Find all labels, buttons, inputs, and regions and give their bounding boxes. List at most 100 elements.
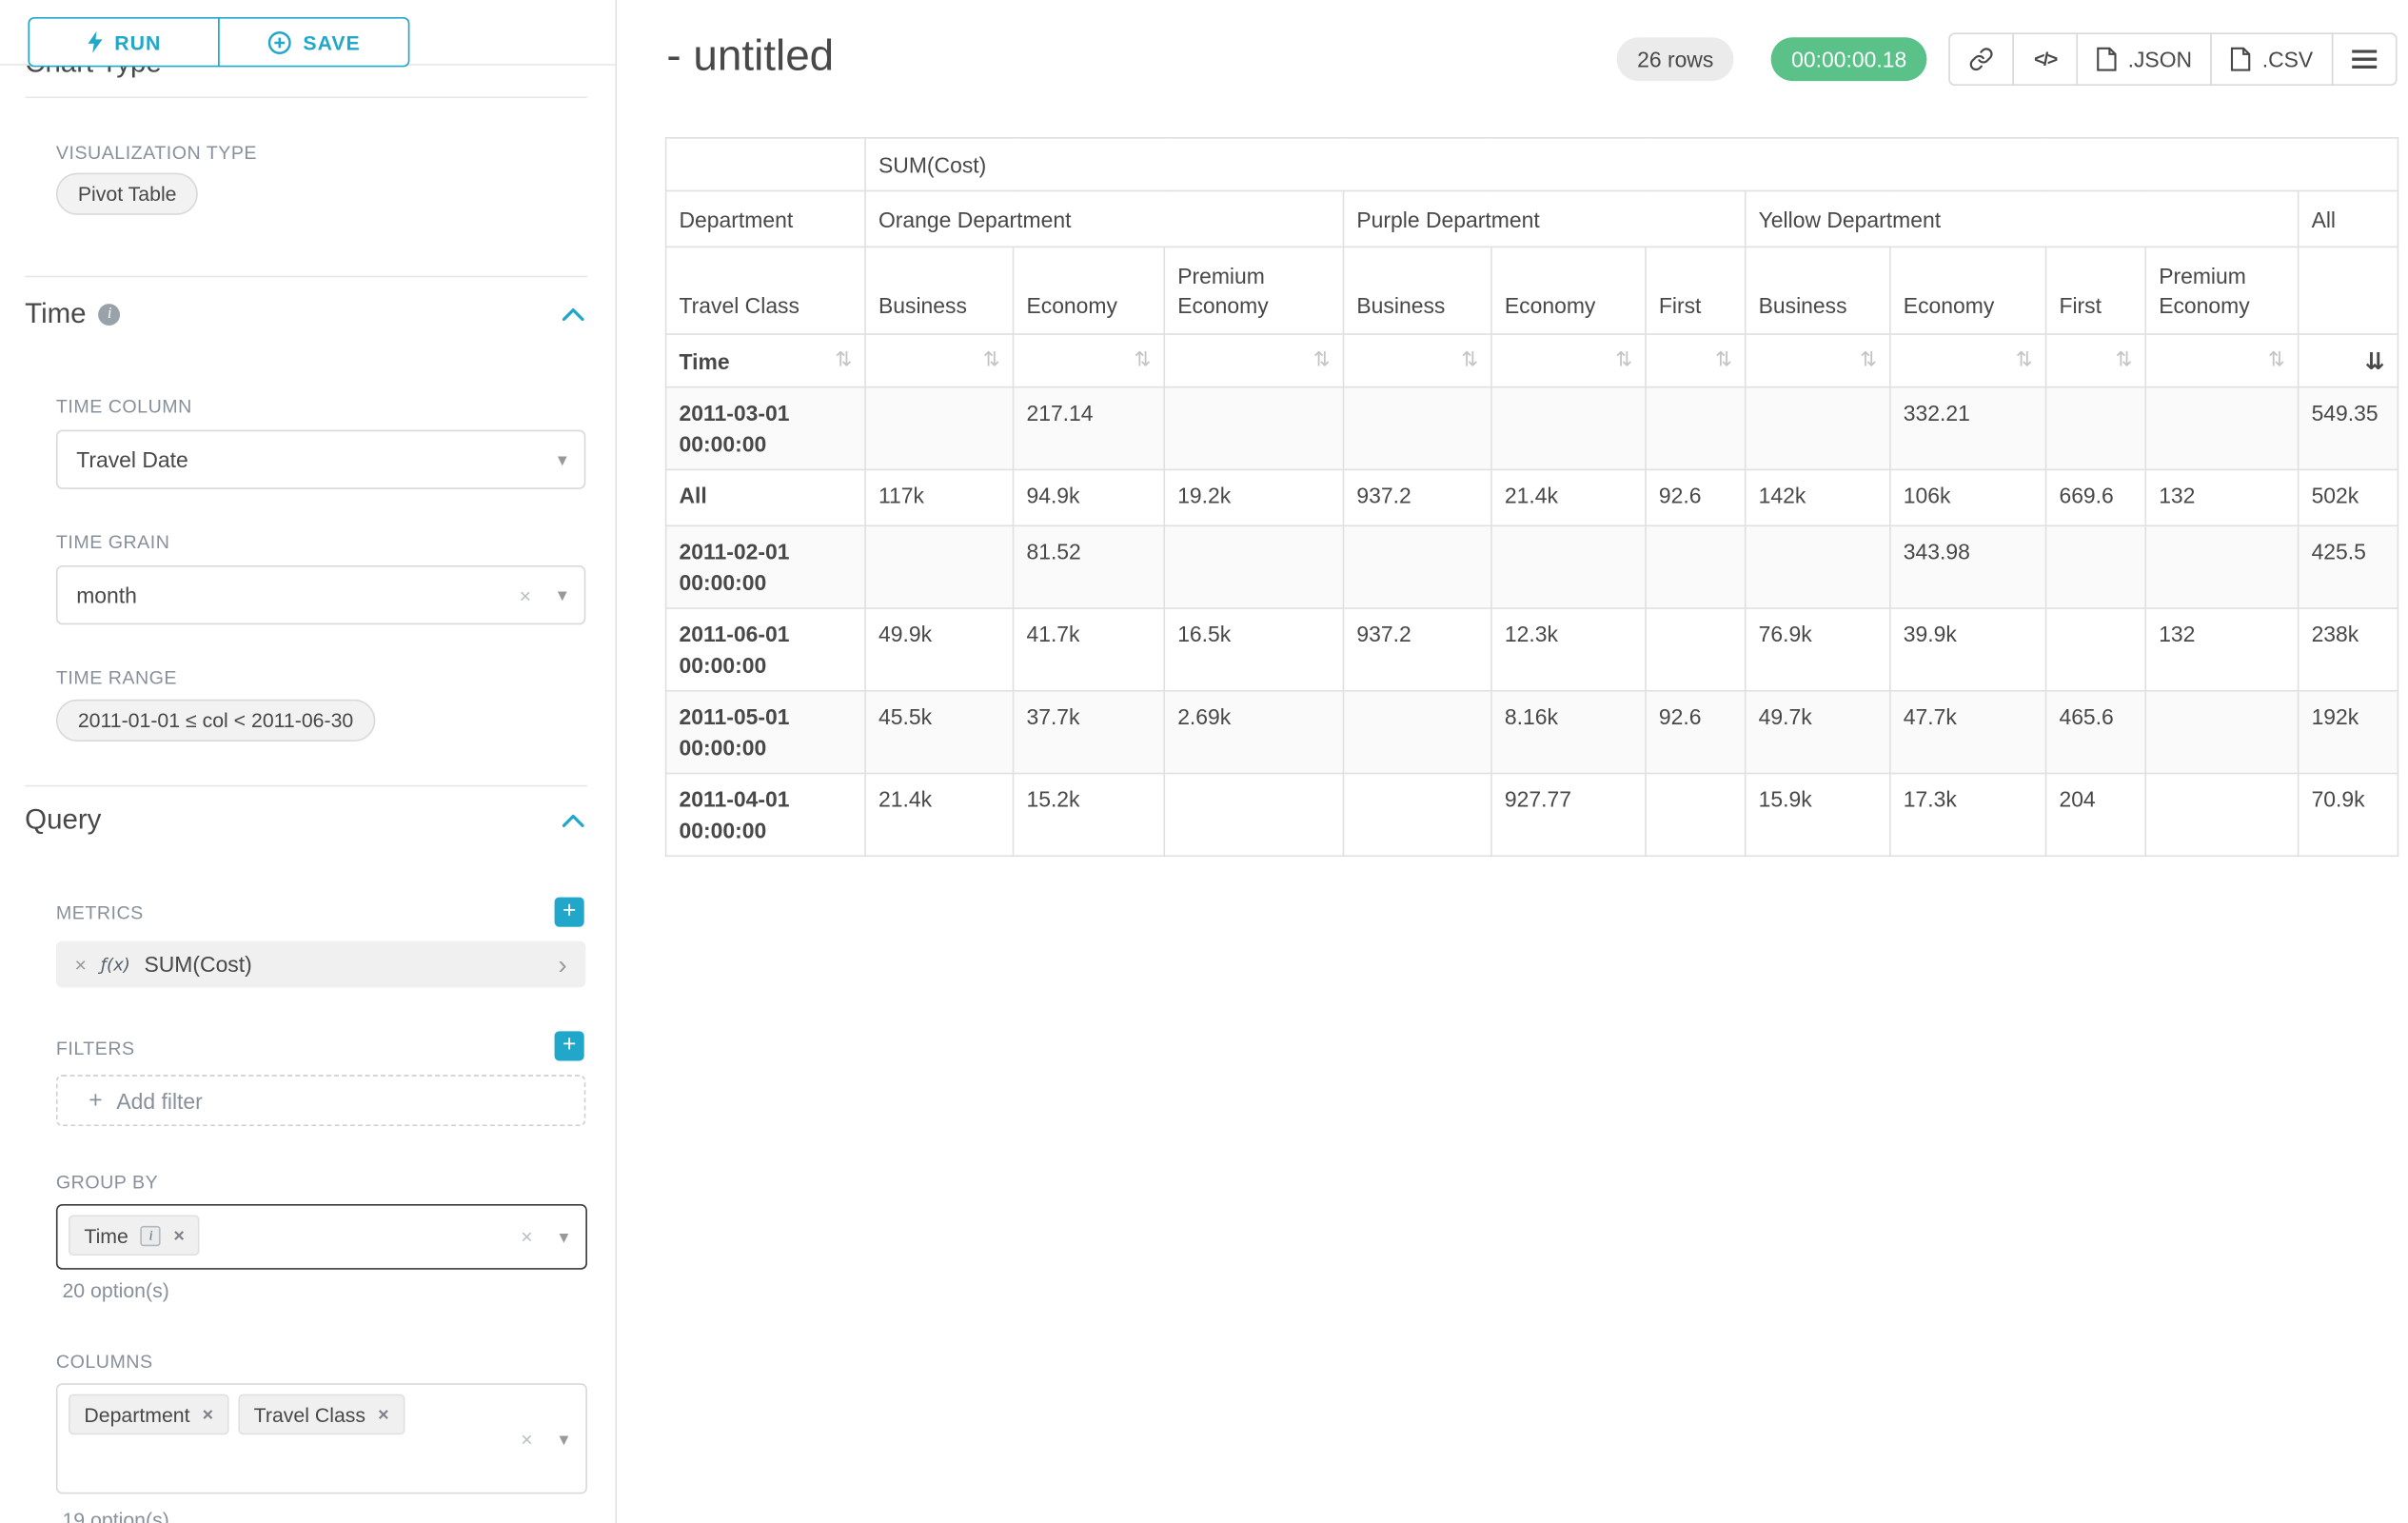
pivot-sort-cell [2145, 334, 2298, 387]
sort-icon[interactable] [1313, 349, 1331, 373]
pivot-value-cell [2046, 387, 2146, 470]
view-query-button[interactable]: </> [2012, 32, 2078, 86]
pivot-value-cell: 937.2 [1343, 608, 1490, 691]
pivot-value-cell [1343, 387, 1490, 470]
pivot-value-cell: 192k [2299, 691, 2398, 774]
group-by-control[interactable]: Time [56, 1204, 587, 1270]
chevron-down-icon[interactable] [559, 1226, 568, 1248]
pivot-row-header: 2011-05-01 00:00:00 [666, 691, 865, 774]
add-metric-button[interactable] [555, 898, 584, 927]
pivot-value-cell: 132 [2145, 469, 2298, 525]
pivot-group-header: Purple Department [1343, 190, 1745, 247]
menu-button[interactable] [2332, 32, 2398, 86]
pivot-col-dimension-label: Travel Class [666, 247, 865, 334]
sort-icon[interactable] [1860, 349, 1877, 373]
copy-link-button[interactable] [1948, 32, 2014, 86]
run-button[interactable]: RUN [28, 17, 219, 67]
sort-icon[interactable] [983, 349, 1000, 373]
columns-options-hint: 19 option(s) [62, 1508, 168, 1523]
sort-icon[interactable] [2116, 349, 2133, 373]
sort-icon[interactable] [1135, 349, 1152, 373]
pivot-value-cell: 2.69k [1164, 691, 1343, 774]
sort-icon[interactable] [1615, 349, 1632, 373]
chevron-up-icon[interactable] [563, 814, 584, 826]
group-by-chip[interactable]: Time [69, 1215, 200, 1256]
pivot-class-header: Business [1343, 247, 1490, 334]
pivot-sort-cell [1746, 334, 1890, 387]
add-filter-button[interactable]: Add filter [56, 1075, 585, 1126]
pivot-value-cell [1646, 525, 1746, 608]
save-button[interactable]: SAVE [218, 17, 409, 67]
visualization-type-label: VISUALIZATION TYPE [56, 142, 257, 164]
clear-icon[interactable] [520, 583, 531, 607]
info-badge-icon [141, 1225, 161, 1245]
pivot-row-header: 2011-03-01 00:00:00 [666, 387, 865, 470]
pivot-sort-cell [2299, 334, 2398, 387]
explore-view: Chart Type RUN SAVE VISUALIZATION TYPE P… [0, 0, 2408, 1523]
sort-desc-icon[interactable] [2365, 346, 2385, 374]
plus-circle-icon [267, 30, 291, 54]
columns-chip[interactable]: Travel Class [238, 1394, 405, 1435]
clear-icon[interactable] [521, 1427, 532, 1451]
time-column-value: Travel Date [76, 447, 188, 472]
export-button-group: </> .JSON .CSV [1948, 32, 2397, 86]
pivot-class-header: Economy [1491, 247, 1646, 334]
remove-metric-icon[interactable] [75, 953, 87, 977]
pivot-value-cell: 937.2 [1343, 469, 1490, 525]
add-filter-plus-button[interactable] [555, 1031, 584, 1060]
row-count-badge: 26 rows [1617, 37, 1734, 81]
pivot-value-cell [2046, 525, 2146, 608]
pivot-corner-cell [666, 138, 865, 191]
export-json-button[interactable]: .JSON [2077, 32, 2213, 86]
remove-chip-icon[interactable] [173, 1224, 184, 1246]
time-section-header[interactable]: Time [25, 298, 584, 330]
visualization-type-pill[interactable]: Pivot Table [56, 173, 199, 215]
time-grain-select[interactable]: month [56, 565, 585, 624]
pivot-sort-cell [1890, 334, 2046, 387]
group-by-options-hint: 20 option(s) [62, 1279, 168, 1303]
chevron-right-icon[interactable] [558, 951, 566, 978]
pivot-value-cell [865, 525, 1013, 608]
sort-icon[interactable] [2268, 349, 2285, 373]
pivot-value-cell [1746, 387, 1890, 470]
pivot-group-header: All [2299, 190, 2398, 247]
columns-control[interactable]: Department Travel Class [56, 1383, 587, 1493]
group-by-label: GROUP BY [56, 1172, 158, 1194]
pivot-class-header: Economy [1890, 247, 2046, 334]
pivot-table: SUM(Cost)DepartmentOrange DepartmentPurp… [665, 137, 2398, 857]
control-panel: Chart Type RUN SAVE VISUALIZATION TYPE P… [0, 0, 617, 1523]
columns-chip[interactable]: Department [69, 1394, 228, 1435]
sort-icon[interactable] [1715, 349, 1732, 373]
query-section-title: Query [25, 803, 101, 836]
remove-chip-icon[interactable] [203, 1403, 213, 1425]
sort-icon[interactable] [835, 349, 852, 373]
sort-icon[interactable] [1461, 349, 1478, 373]
pivot-value-cell: 669.6 [2046, 469, 2146, 525]
pivot-class-header: Economy [1014, 247, 1165, 334]
export-csv-button[interactable]: .CSV [2211, 32, 2334, 86]
pivot-sort-cell [1164, 334, 1343, 387]
chevron-down-icon[interactable] [558, 448, 567, 470]
chip-label: Travel Class [254, 1403, 365, 1427]
clear-icon[interactable] [521, 1225, 532, 1249]
time-range-pill[interactable]: 2011-01-01 ≤ col < 2011-06-30 [56, 700, 375, 742]
chevron-down-icon[interactable] [558, 584, 567, 606]
add-filter-label: Add filter [116, 1088, 202, 1113]
query-section-header[interactable]: Query [25, 803, 584, 836]
pivot-value-cell: 15.2k [1014, 774, 1165, 857]
chevron-up-icon[interactable] [563, 307, 584, 320]
pivot-value-cell: 132 [2145, 608, 2298, 691]
time-column-select[interactable]: Travel Date [56, 430, 585, 489]
pivot-value-cell: 8.16k [1491, 691, 1646, 774]
export-csv-label: .CSV [2262, 47, 2313, 71]
columns-label: COLUMNS [56, 1351, 153, 1373]
metric-chip[interactable]: ƒ(x) SUM(Cost) [56, 940, 585, 987]
hamburger-icon [2352, 49, 2377, 69]
sort-icon[interactable] [2016, 349, 2033, 373]
pivot-value-cell [2145, 774, 2298, 857]
remove-chip-icon[interactable] [378, 1403, 388, 1425]
time-grain-value: month [76, 583, 137, 607]
chevron-down-icon[interactable] [559, 1428, 568, 1450]
filters-label: FILTERS [56, 1038, 135, 1059]
file-icon [2097, 47, 2117, 71]
